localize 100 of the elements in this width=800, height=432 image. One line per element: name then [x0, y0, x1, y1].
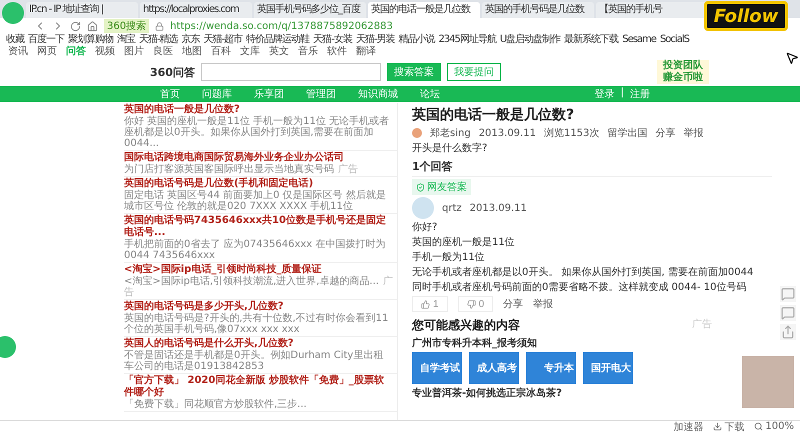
related-question-link[interactable]: 英国的电话号码是几位数(手机和固定电话)	[124, 178, 393, 190]
home-icon[interactable]	[87, 20, 98, 32]
bookmark-link[interactable]: 聚划算购物	[68, 34, 113, 46]
related-question-link[interactable]: 英国的电话一般是几位数?	[124, 104, 393, 116]
course-banner[interactable]: 成人高考	[469, 352, 519, 384]
thumbs-up-icon	[421, 300, 430, 308]
answer-text: 手机一般为11位	[412, 251, 485, 264]
related-snippet: 为门店打客源英国客国际呼出显示当地真实号码 广告	[124, 164, 359, 175]
browser-tab[interactable]: 英国手机号码多少位_百度	[254, 2, 366, 18]
site-logo: 360问答	[150, 64, 195, 80]
bookmark-link[interactable]: 百度一下	[28, 34, 64, 46]
section-title: 您可能感兴趣的内容	[412, 317, 520, 334]
ad-text: 投资团队	[662, 60, 703, 71]
bookmark-link[interactable]: 京东	[182, 34, 200, 46]
question-date: 2013.09.11	[478, 128, 536, 138]
question-title: 英国的电话一般是几位数?	[412, 106, 574, 124]
view-count: 浏览1153次	[544, 126, 600, 140]
bookmark-link[interactable]: 天猫-女装	[313, 34, 352, 46]
bookmark-link[interactable]: 收藏	[6, 34, 24, 46]
answer-text: 无论手机或者座机都是以0开头。 如果你从国外打到英国, 需要在前面加0044	[412, 266, 754, 279]
avatar	[412, 197, 434, 219]
answer-badge: 网友答案	[412, 179, 471, 195]
bookmark-link[interactable]: 2345网址导航	[438, 34, 496, 46]
thumbs-down-icon	[466, 300, 476, 308]
ad-link[interactable]: 广州市专科升本科_报考须知	[412, 336, 537, 350]
course-banner[interactable]: 国开电大	[583, 352, 633, 384]
related-snippet: 不管是固话还是手机都是0开头。例如Durham City里出租车公司的电话是01913842853	[124, 350, 384, 372]
course-banner[interactable]: 专升本	[526, 352, 576, 384]
share-icon[interactable]	[780, 324, 796, 340]
report-link[interactable]: 举报	[533, 297, 554, 311]
download-button[interactable]: 下载	[713, 420, 744, 432]
related-question-link[interactable]: 英国的电话号码7435646xxx共10位数是手机号还是固定电话号...	[124, 215, 393, 239]
related-snippet: 手机把前面的0省去了 应为07435646xxx 在中国拨打时为0044 7435646xxx	[124, 239, 386, 261]
avatar	[412, 128, 422, 138]
browser-tab[interactable]: 【英国的手机号	[596, 2, 708, 18]
bookmark-link[interactable]: 天猫-男装	[356, 34, 394, 46]
bookmark-link[interactable]: U盘启动盘制作	[500, 34, 560, 46]
separator-text: |	[620, 87, 624, 100]
bookmark-link[interactable]: Sesame	[622, 34, 656, 46]
related-snippet: 「免费下载」同花顺官方炒股软件,三步...	[124, 399, 308, 410]
share-link[interactable]: 分享	[503, 297, 524, 311]
lock-icon	[155, 22, 164, 30]
search-category-tab[interactable]: 文库	[240, 46, 260, 58]
course-banner[interactable]: 自学考试	[412, 352, 462, 384]
answer-date: 2013.09.11	[470, 202, 527, 214]
search-field[interactable]	[200, 63, 381, 81]
browser-tab[interactable]: 英国的电话一般是几位数	[368, 2, 480, 18]
search-category-tab[interactable]: 软件	[327, 46, 347, 58]
floating-logo-icon[interactable]	[0, 336, 16, 358]
bookmark-link[interactable]: 淘宝	[117, 34, 135, 46]
cursor-icon	[785, 50, 799, 66]
reload-icon[interactable]	[70, 20, 81, 32]
related-question-link[interactable]: 英国的电话号码是多少开头,几位数?	[124, 301, 393, 313]
ad-label: 广告	[338, 164, 358, 175]
search-category-tab[interactable]: 地图	[182, 46, 202, 58]
report-link[interactable]: 举报	[683, 126, 704, 140]
answer-text: 同时手机或者座机号码前面的0需要省略不拨。这样就变成 0044- 10位号码	[412, 281, 747, 294]
browser-tab[interactable]: IP.cn - IP 地址查询 |	[26, 2, 138, 18]
search-category-tab[interactable]: 图片	[124, 46, 144, 58]
bookmark-link[interactable]: 最新系统下载	[564, 34, 618, 46]
related-question-link[interactable]: <淘宝>国际ip电话_引领时尚科技_质量保证	[124, 264, 393, 276]
accelerator-button[interactable]: 加速器	[673, 420, 704, 432]
search-category-tab[interactable]: 视频	[95, 46, 115, 58]
share-link[interactable]: 分享	[655, 126, 676, 140]
related-snippet: <淘宝>国际ip电话,引领科技潮流,进入世界,卓越的商品... 广告	[124, 276, 393, 298]
answers-heading: 1个回答	[412, 157, 772, 177]
follow-badge: Follow	[704, 1, 788, 31]
related-question-link[interactable]: 「官方下载」 2020同花全新版 炒股软件「免费」_股票软件哪个好	[124, 375, 393, 399]
address-url[interactable]: https://wenda.so.com/q/1378875892062883	[170, 20, 393, 32]
bookmark-link[interactable]: 天猫-精选	[139, 34, 178, 46]
search-category-tab[interactable]: 英文	[269, 46, 289, 58]
search-category-tab[interactable]: 百科	[211, 46, 231, 58]
download-icon	[713, 422, 722, 431]
photo-placeholder	[742, 356, 794, 408]
browser-tab[interactable]: 英国的手机号码是几位数	[482, 2, 594, 18]
question-body: 开头是什么数字?	[412, 142, 488, 155]
bookmark-link[interactable]: 特价品牌运动鞋	[246, 34, 310, 46]
related-question-link[interactable]: 英国人的电话号码是什么开头,几位数?	[124, 338, 393, 350]
zoom-icon	[754, 422, 764, 431]
related-snippet: 固定电话 英国区号44 前面要加上0 仅是国际区号 然后就是城市区号位 伦敦的就是020 7XXX XXXX 手机11位	[124, 190, 387, 212]
bookmark-link[interactable]: 精品小说	[398, 34, 434, 46]
answer-text: 英国的座机一般是11位	[412, 236, 515, 249]
feedback-icon[interactable]	[780, 286, 796, 302]
search-category-tab[interactable]: 良医	[153, 46, 173, 58]
search-category-tab[interactable]: 音乐	[298, 46, 318, 58]
browser-tab[interactable]: https://localproxies.com	[140, 2, 252, 18]
search-engine-badge[interactable]: 360搜索	[104, 19, 150, 33]
comment-icon[interactable]	[780, 305, 796, 321]
bookmark-link[interactable]: 天猫-超市	[204, 34, 242, 46]
related-snippet: 你好 英国的座机一般是11位 手机一般为11位 无论手机或者座机都是以0开头。如果你从国外打到英国,需要在前面加0044...	[124, 116, 390, 149]
zoom-level[interactable]: 100%	[754, 421, 794, 432]
ad-link[interactable]: 专业普洱茶-如何挑选正宗冰岛茶?	[412, 386, 562, 400]
answer-text: 你好?	[412, 221, 438, 234]
ad-text: 赚金币啦	[662, 72, 703, 84]
bookmark-link[interactable]: SocialS	[660, 34, 689, 46]
search-category-tab[interactable]: 网页	[37, 46, 57, 58]
search-category-tab[interactable]: 资讯	[8, 46, 28, 58]
search-category-tab[interactable]: 翻译	[356, 46, 376, 58]
related-question-link[interactable]: 国际电话跨境电商国际贸易海外业务企业办公话司	[124, 152, 393, 164]
category-link[interactable]: 留学出国	[607, 126, 648, 140]
